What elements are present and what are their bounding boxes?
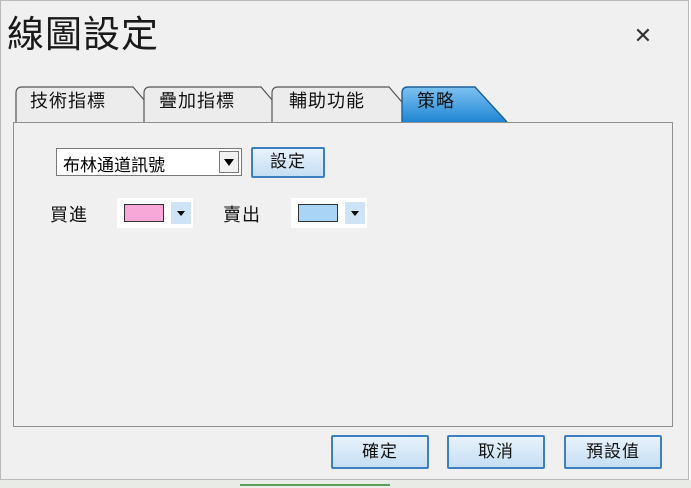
chart-settings-dialog: 線圖設定 ✕ 技術指標 疊加指標 輔助功能 策略 布林通道訊號 設定 買進 賣出… bbox=[0, 0, 689, 480]
chevron-down-icon[interactable] bbox=[171, 202, 191, 224]
tab-bar: 技術指標 疊加指標 輔助功能 策略 bbox=[13, 81, 673, 123]
sell-label: 賣出 bbox=[223, 205, 261, 226]
background-chart-line bbox=[240, 484, 390, 486]
sell-color-picker[interactable] bbox=[291, 198, 367, 228]
strategy-select-value: 布林通道訊號 bbox=[63, 156, 165, 176]
strategy-settings-button[interactable]: 設定 bbox=[251, 147, 325, 178]
buy-color-swatch bbox=[124, 204, 164, 222]
buy-color-picker[interactable] bbox=[117, 198, 193, 228]
tab-auxiliary-functions[interactable]: 輔助功能 bbox=[271, 81, 421, 123]
chevron-down-icon[interactable] bbox=[345, 202, 365, 224]
tab-label: 輔助功能 bbox=[289, 91, 365, 112]
tab-label: 策略 bbox=[417, 91, 455, 112]
restore-defaults-button[interactable]: 預設值 bbox=[564, 435, 662, 469]
buy-label: 買進 bbox=[50, 205, 88, 226]
ok-button[interactable]: 確定 bbox=[331, 435, 429, 469]
dialog-title: 線圖設定 bbox=[7, 13, 159, 56]
cancel-button[interactable]: 取消 bbox=[447, 435, 545, 469]
strategy-select[interactable]: 布林通道訊號 bbox=[56, 148, 242, 176]
tab-label: 疊加指標 bbox=[159, 91, 235, 112]
chevron-down-icon[interactable] bbox=[219, 151, 239, 173]
tab-label: 技術指標 bbox=[30, 91, 106, 112]
sell-color-swatch bbox=[298, 204, 338, 222]
close-icon[interactable]: ✕ bbox=[627, 21, 659, 53]
tab-strategy[interactable]: 策略 bbox=[401, 81, 511, 123]
